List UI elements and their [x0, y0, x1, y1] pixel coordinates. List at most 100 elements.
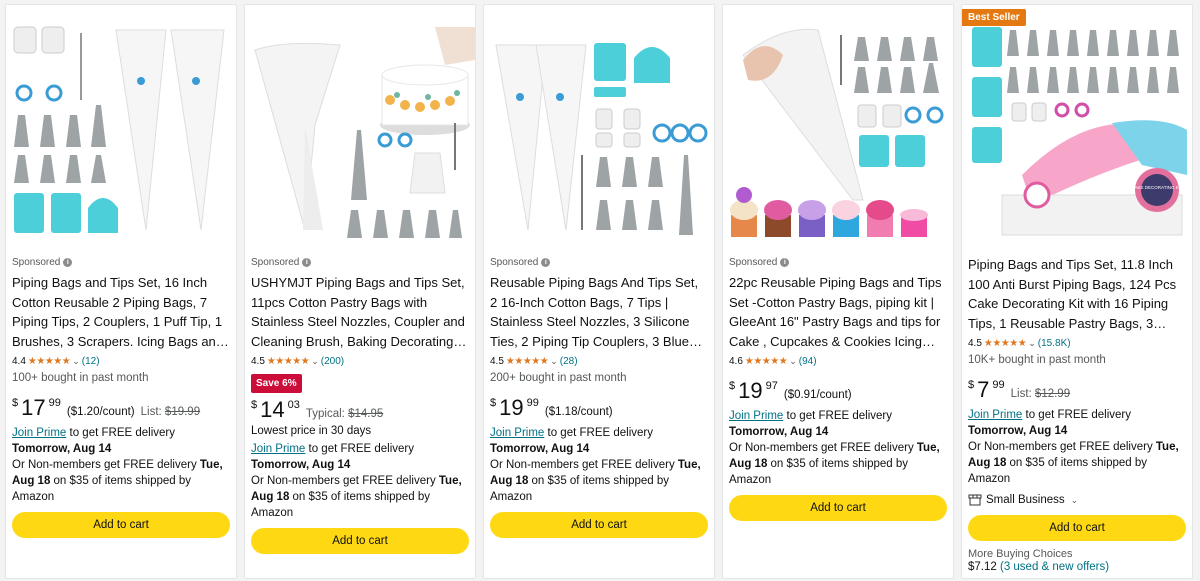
add-to-cart-button[interactable]: Add to cart — [729, 495, 947, 521]
price-currency: $ — [490, 397, 497, 409]
star-rating-icon[interactable]: ★★★★★ — [984, 338, 1027, 349]
delivery-info: Join Prime to get FREE delivery Tomorrow… — [490, 425, 708, 505]
price[interactable]: $7 99 List: $12.99 — [968, 377, 1186, 403]
price[interactable]: $19 99 ($1.18/count) — [490, 395, 708, 421]
price-whole: 19 — [738, 378, 763, 403]
rating-row[interactable]: 4.4 ★★★★★ ⌄ (12) — [12, 354, 230, 368]
prime-date: Tomorrow, Aug 14 — [729, 426, 829, 438]
product-title[interactable]: 22pc Reusable Piping Bags and Tips Set -… — [729, 273, 947, 351]
star-rating-icon[interactable]: ★★★★★ — [745, 356, 788, 367]
join-prime-link[interactable]: Join Prime — [251, 443, 305, 455]
add-to-cart-button[interactable]: Add to cart — [490, 512, 708, 538]
join-prime-link[interactable]: Join Prime — [490, 427, 544, 439]
info-icon[interactable]: i — [63, 257, 73, 267]
prime-date: Tomorrow, Aug 14 — [251, 459, 351, 471]
more-buying-price-row: $7.12 (3 used & new offers) — [968, 561, 1186, 573]
product-image[interactable] — [245, 5, 475, 245]
lowest-price-note: Lowest price in 30 days — [251, 425, 372, 437]
price[interactable]: $14 03 Typical: $14.95 — [251, 397, 469, 423]
sponsored-label[interactable]: Sponsored i — [729, 255, 947, 269]
chevron-down-icon[interactable]: ⌄ — [550, 356, 558, 367]
list-price: $12.99 — [1034, 388, 1071, 400]
prime-text: to get FREE delivery — [783, 410, 892, 422]
add-to-cart-button[interactable]: Add to cart — [968, 515, 1186, 541]
join-prime-link[interactable]: Join Prime — [12, 427, 66, 439]
star-rating-icon[interactable]: ★★★★★ — [28, 356, 71, 367]
image-kit-label: CAKE DECORATING KIT — [1131, 185, 1183, 190]
chevron-down-icon[interactable]: ⌄ — [1028, 338, 1036, 349]
rating-row[interactable]: 4.6 ★★★★★ ⌄ (94) — [729, 354, 947, 368]
rating-value: 4.5 — [490, 355, 504, 367]
rating-row[interactable]: 4.5 ★★★★★ ⌄ (15.8K) — [968, 336, 1186, 350]
prime-date: Tomorrow, Aug 14 — [490, 443, 590, 455]
nonmember-text: Or Non-members get FREE delivery — [12, 459, 200, 471]
list-label: List: — [140, 406, 162, 418]
list-price-label: List: $19.99 — [141, 406, 200, 418]
sponsored-label[interactable]: Sponsored i — [251, 255, 469, 269]
price-whole: 7 — [977, 377, 990, 402]
prime-date: Tomorrow, Aug 14 — [968, 425, 1068, 437]
price[interactable]: $19 97 ($0.91/count) — [729, 378, 947, 404]
unit-price: ($1.18/count) — [544, 406, 613, 418]
list-price: $19.99 — [164, 406, 201, 418]
review-count[interactable]: (94) — [799, 356, 817, 367]
small-business-badge[interactable]: Small Business ⌄ — [968, 492, 1186, 508]
product-title[interactable]: Piping Bags and Tips Set, 16 Inch Cotton… — [12, 273, 230, 351]
add-to-cart-button[interactable]: Add to cart — [251, 528, 469, 554]
typical-price: $14.95 — [348, 408, 384, 420]
rating-row[interactable]: 4.5 ★★★★★ ⌄ (28) — [490, 354, 708, 368]
unit-price: ($0.91/count) — [783, 389, 852, 401]
product-image[interactable]: CAKE DECORATING KIT Best Seller — [962, 5, 1192, 245]
nonmember-text: Or Non-members get FREE delivery — [968, 441, 1156, 453]
chevron-down-icon[interactable]: ⌄ — [1071, 495, 1079, 506]
offers-link[interactable]: (3 used & new offers) — [1000, 561, 1109, 573]
prime-text: to get FREE delivery — [305, 443, 414, 455]
prime-text: to get FREE delivery — [66, 427, 175, 439]
delivery-info: Join Prime to get FREE delivery Tomorrow… — [251, 441, 469, 521]
chevron-down-icon[interactable]: ⌄ — [311, 356, 319, 367]
sponsored-text: Sponsored — [12, 256, 61, 268]
bought-count: 100+ bought in past month — [12, 372, 149, 384]
sponsored-text: Sponsored — [251, 256, 300, 268]
product-card: CAKE DECORATING KIT Best Seller Piping B… — [961, 4, 1193, 579]
list-price-label: List: $12.99 — [1011, 388, 1070, 400]
sponsored-label[interactable]: Sponsored i — [12, 255, 230, 269]
product-title[interactable]: Reusable Piping Bags And Tips Set, 2 16-… — [490, 273, 708, 351]
chevron-down-icon[interactable]: ⌄ — [789, 356, 797, 367]
star-rating-icon[interactable]: ★★★★★ — [267, 356, 310, 367]
star-rating-icon[interactable]: ★★★★★ — [506, 356, 549, 367]
nonmember-text: Or Non-members get FREE delivery — [490, 459, 678, 471]
product-image[interactable] — [484, 5, 714, 245]
product-image[interactable] — [6, 5, 236, 245]
sponsored-label[interactable]: Sponsored i — [490, 255, 708, 269]
price[interactable]: $17 99 ($1.20/count) List: $19.99 — [12, 395, 230, 421]
review-count[interactable]: (200) — [321, 356, 344, 367]
join-prime-link[interactable]: Join Prime — [729, 410, 783, 422]
more-buying-price: $7.12 — [968, 561, 997, 573]
price-whole: 19 — [499, 395, 524, 420]
nonmember-text: Or Non-members get FREE delivery — [251, 475, 439, 487]
more-buying-choices: More Buying Choices — [968, 548, 1073, 560]
review-count[interactable]: (28) — [560, 356, 578, 367]
price-fraction: 99 — [992, 379, 1005, 391]
bought-count: 10K+ bought in past month — [968, 354, 1106, 366]
info-icon[interactable]: i — [780, 257, 790, 267]
product-image[interactable] — [723, 5, 953, 245]
info-icon[interactable]: i — [541, 257, 551, 267]
price-currency: $ — [729, 380, 736, 392]
join-prime-link[interactable]: Join Prime — [968, 409, 1022, 421]
review-count[interactable]: (15.8K) — [1038, 338, 1071, 349]
review-count[interactable]: (12) — [82, 356, 100, 367]
product-title[interactable]: USHYMJT Piping Bags and Tips Set, 11pcs … — [251, 273, 469, 351]
product-title[interactable]: Piping Bags and Tips Set, 11.8 Inch 100 … — [968, 255, 1186, 333]
price-whole: 14 — [260, 397, 285, 422]
rating-value: 4.6 — [729, 355, 743, 367]
rating-row[interactable]: 4.5 ★★★★★ ⌄ (200) — [251, 354, 469, 368]
prime-date: Tomorrow, Aug 14 — [12, 443, 112, 455]
info-icon[interactable]: i — [302, 257, 312, 267]
prime-text: to get FREE delivery — [544, 427, 653, 439]
chevron-down-icon[interactable]: ⌄ — [72, 356, 80, 367]
rating-value: 4.4 — [12, 355, 26, 367]
add-to-cart-button[interactable]: Add to cart — [12, 512, 230, 538]
price-currency: $ — [251, 399, 258, 411]
